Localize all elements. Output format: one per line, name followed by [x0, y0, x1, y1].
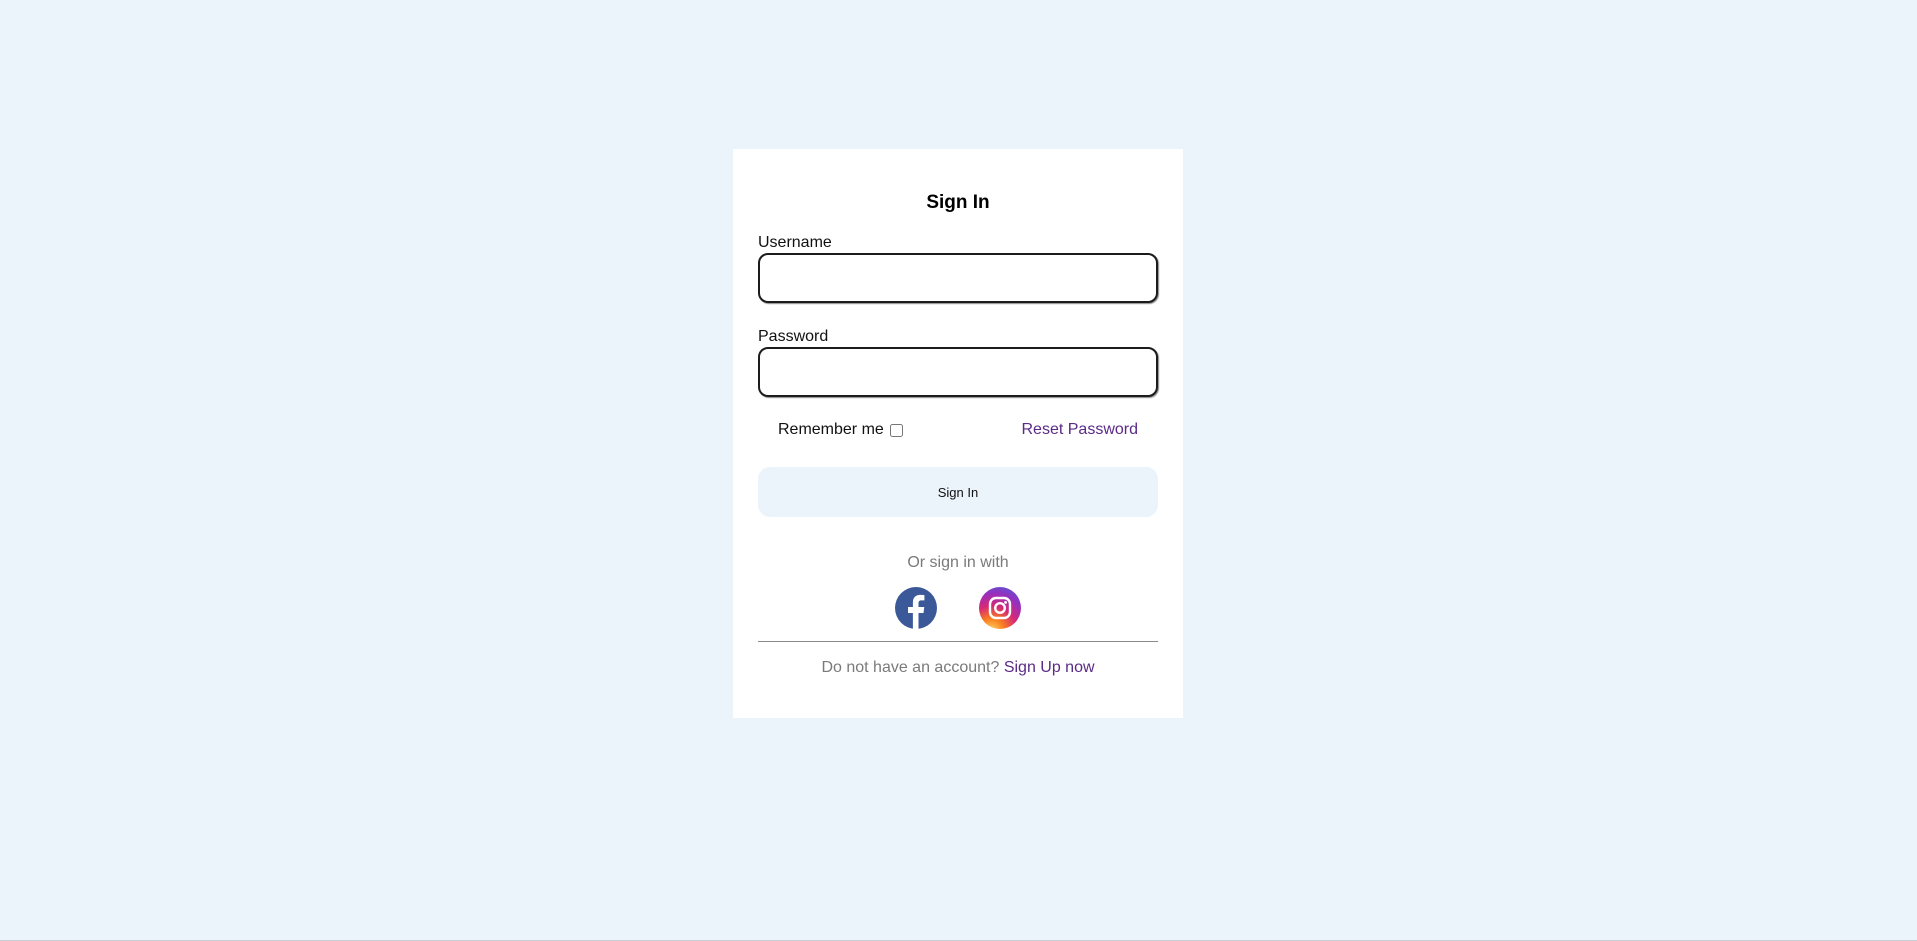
remember-me-row: Remember me [778, 421, 903, 439]
page-title: Sign In [926, 192, 990, 213]
sign-up-prompt-text: Do not have an account? [821, 659, 1000, 676]
facebook-login-button[interactable] [895, 587, 937, 629]
reset-password-link[interactable]: Reset Password [1022, 421, 1139, 439]
social-login-row [733, 587, 1183, 629]
remember-me-label: Remember me [778, 421, 884, 438]
divider [758, 641, 1158, 642]
remember-me-checkbox[interactable] [889, 423, 903, 437]
or-sign-in-with-text: Or sign in with [907, 554, 1009, 571]
sign-up-link[interactable]: Sign Up now [1004, 659, 1095, 676]
password-field[interactable] [758, 347, 1158, 397]
username-field[interactable] [758, 253, 1158, 303]
password-label: Password [758, 328, 829, 345]
username-label: Username [758, 234, 832, 251]
sign-in-button[interactable]: Sign In [758, 467, 1158, 517]
instagram-icon [979, 587, 1021, 629]
facebook-icon [895, 587, 937, 629]
instagram-login-button[interactable] [979, 587, 1021, 629]
sign-up-prompt-row: Do not have an account? Sign Up now [733, 659, 1183, 677]
sign-in-card: Sign In Username Password Remember me Re… [733, 149, 1183, 718]
